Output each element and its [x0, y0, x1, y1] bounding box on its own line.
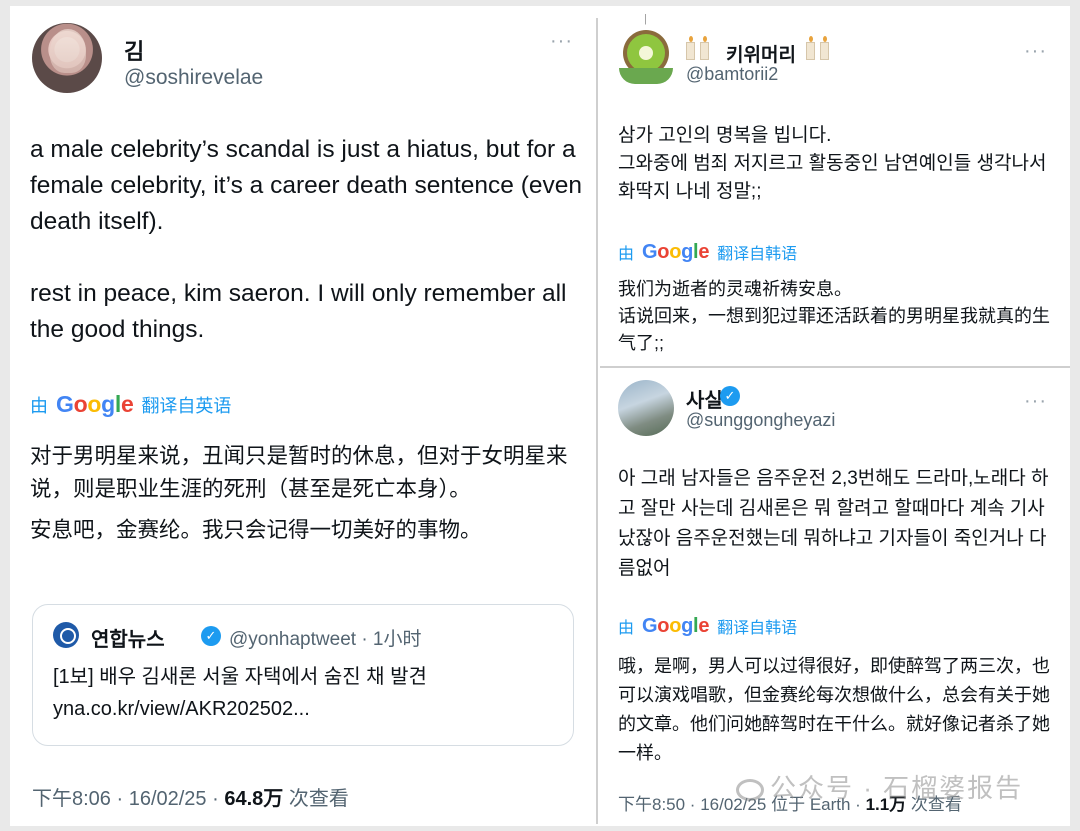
tweet-text-original: a male celebrity’s scandal is just a hia… [30, 132, 590, 384]
translated-paragraph: 对于男明星来说，丑闻只是暂时的休息，但对于女明星来说，则是职业生涯的死刑（甚至是… [30, 444, 568, 501]
more-options-icon[interactable]: ··· [550, 31, 573, 51]
more-options-icon[interactable]: ··· [1024, 41, 1047, 61]
translated-by-label: 由 [30, 395, 48, 416]
avatar[interactable] [618, 380, 674, 436]
translated-by-label: 由 [618, 620, 635, 637]
tweet-text-original: 아 그래 남자들은 음주운전 2,3번해도 드라마,노래다 하고 잘만 사는데 … [618, 468, 1049, 579]
tweet-text-translated: 对于男明星来说，丑闻只是暂时的休息，但对于女明星来说，则是职业生涯的死刑（甚至是… [30, 440, 570, 547]
translated-paragraph: 安息吧，金赛纶。我只会记得一切美好的事物。 [30, 518, 482, 542]
candle-icon [686, 36, 714, 60]
display-name[interactable]: 사실 [686, 384, 723, 413]
tweet-paragraph: a male celebrity’s scandal is just a hia… [30, 136, 583, 235]
google-logo: Google [56, 391, 134, 417]
tweet-right-bottom[interactable]: 사실 ✓ @sunggongheyazi ··· 아 그래 남자들은 음주운전 … [600, 368, 1070, 826]
verified-badge-icon: ✓ [720, 386, 740, 406]
column-divider [596, 18, 598, 824]
tweet-left[interactable]: 김 @soshirevelae ··· a male celebrity’s s… [10, 6, 598, 826]
timestamp[interactable]: 下午8:06 · 16/02/25 · [32, 788, 224, 810]
display-name[interactable]: 키위머리 [726, 40, 796, 67]
watermark: 公众号 · 石榴婆报告 [736, 768, 1023, 805]
quoted-tweet-text: [1보] 배우 김새론 서울 자택에서 숨진 채 발견 yna.co.kr/vi… [53, 661, 553, 725]
verified-badge-icon: ✓ [201, 626, 221, 646]
view-count: 64.8万 [224, 788, 284, 810]
translation-attribution[interactable]: 由 Google 翻译自韩语 [618, 614, 797, 638]
translated-from-label: 翻译自韩语 [717, 620, 798, 637]
quoted-line: [1보] 배우 김새론 서울 자택에서 숨진 채 발견 [53, 666, 427, 688]
display-name[interactable]: 김 [124, 34, 144, 66]
translated-by-label: 由 [618, 246, 635, 263]
tweet-paragraph: rest in peace, kim saeron. I will only r… [30, 280, 567, 343]
tweet-meta: 下午8:06 · 16/02/25 · 64.8万 次查看 [32, 782, 349, 811]
watermark-text: 公众号 · 石榴婆报告 [770, 773, 1024, 803]
google-logo: Google [642, 240, 710, 263]
more-options-icon[interactable]: ··· [1024, 391, 1047, 411]
translated-from-label: 翻译自韩语 [717, 246, 798, 263]
google-logo: Google [642, 614, 710, 637]
user-handle[interactable]: @soshirevelae [124, 66, 263, 90]
wechat-icon [736, 779, 764, 802]
tweet-right-top[interactable]: 키위머리 @bamtorii2 ··· 삼가 고인의 명복을 빕니다. 그와중에… [600, 6, 1070, 366]
quoted-link[interactable]: yna.co.kr/view/AKR202502... [53, 693, 553, 725]
screenshot-collage: 김 @soshirevelae ··· a male celebrity’s s… [10, 6, 1070, 826]
translated-from-label: 翻译自英语 [141, 395, 232, 416]
yonhap-logo-icon [53, 622, 79, 648]
candle-icon [806, 36, 834, 60]
translation-attribution[interactable]: 由 Google 翻译自英语 [30, 391, 231, 418]
tweet-text-translated: 我们为逝者的灵魂祈祷安息。 话说回来，一想到犯过罪还活跃着的男明星我就真的生气了… [618, 279, 1050, 353]
translation-attribution[interactable]: 由 Google 翻译自韩语 [618, 240, 797, 264]
avatar[interactable] [619, 30, 673, 84]
user-handle[interactable]: @bamtorii2 [686, 64, 778, 85]
tweet-text-original: 삼가 고인의 명복을 빕니다. 그와중에 범죄 저지르고 활동중인 남연예인들 … [618, 125, 1047, 202]
avatar[interactable] [32, 23, 102, 93]
quoted-tweet-card[interactable]: 연합뉴스 ✓ @yonhaptweet · 1小时 [1보] 배우 김새론 서울… [32, 604, 574, 746]
view-count-label: 次查看 [283, 788, 349, 810]
quoted-handle-time: @yonhaptweet · 1小时 [229, 629, 422, 650]
leaf-icon [619, 68, 673, 84]
user-handle[interactable]: @sunggongheyazi [686, 410, 835, 431]
tweet-text-translated: 哦，是啊，男人可以过得很好，即使醉驾了两三次，也可以演戏唱歌，但金赛纶每次想做什… [618, 656, 1050, 763]
quoted-display-name: 연합뉴스 [91, 629, 165, 651]
